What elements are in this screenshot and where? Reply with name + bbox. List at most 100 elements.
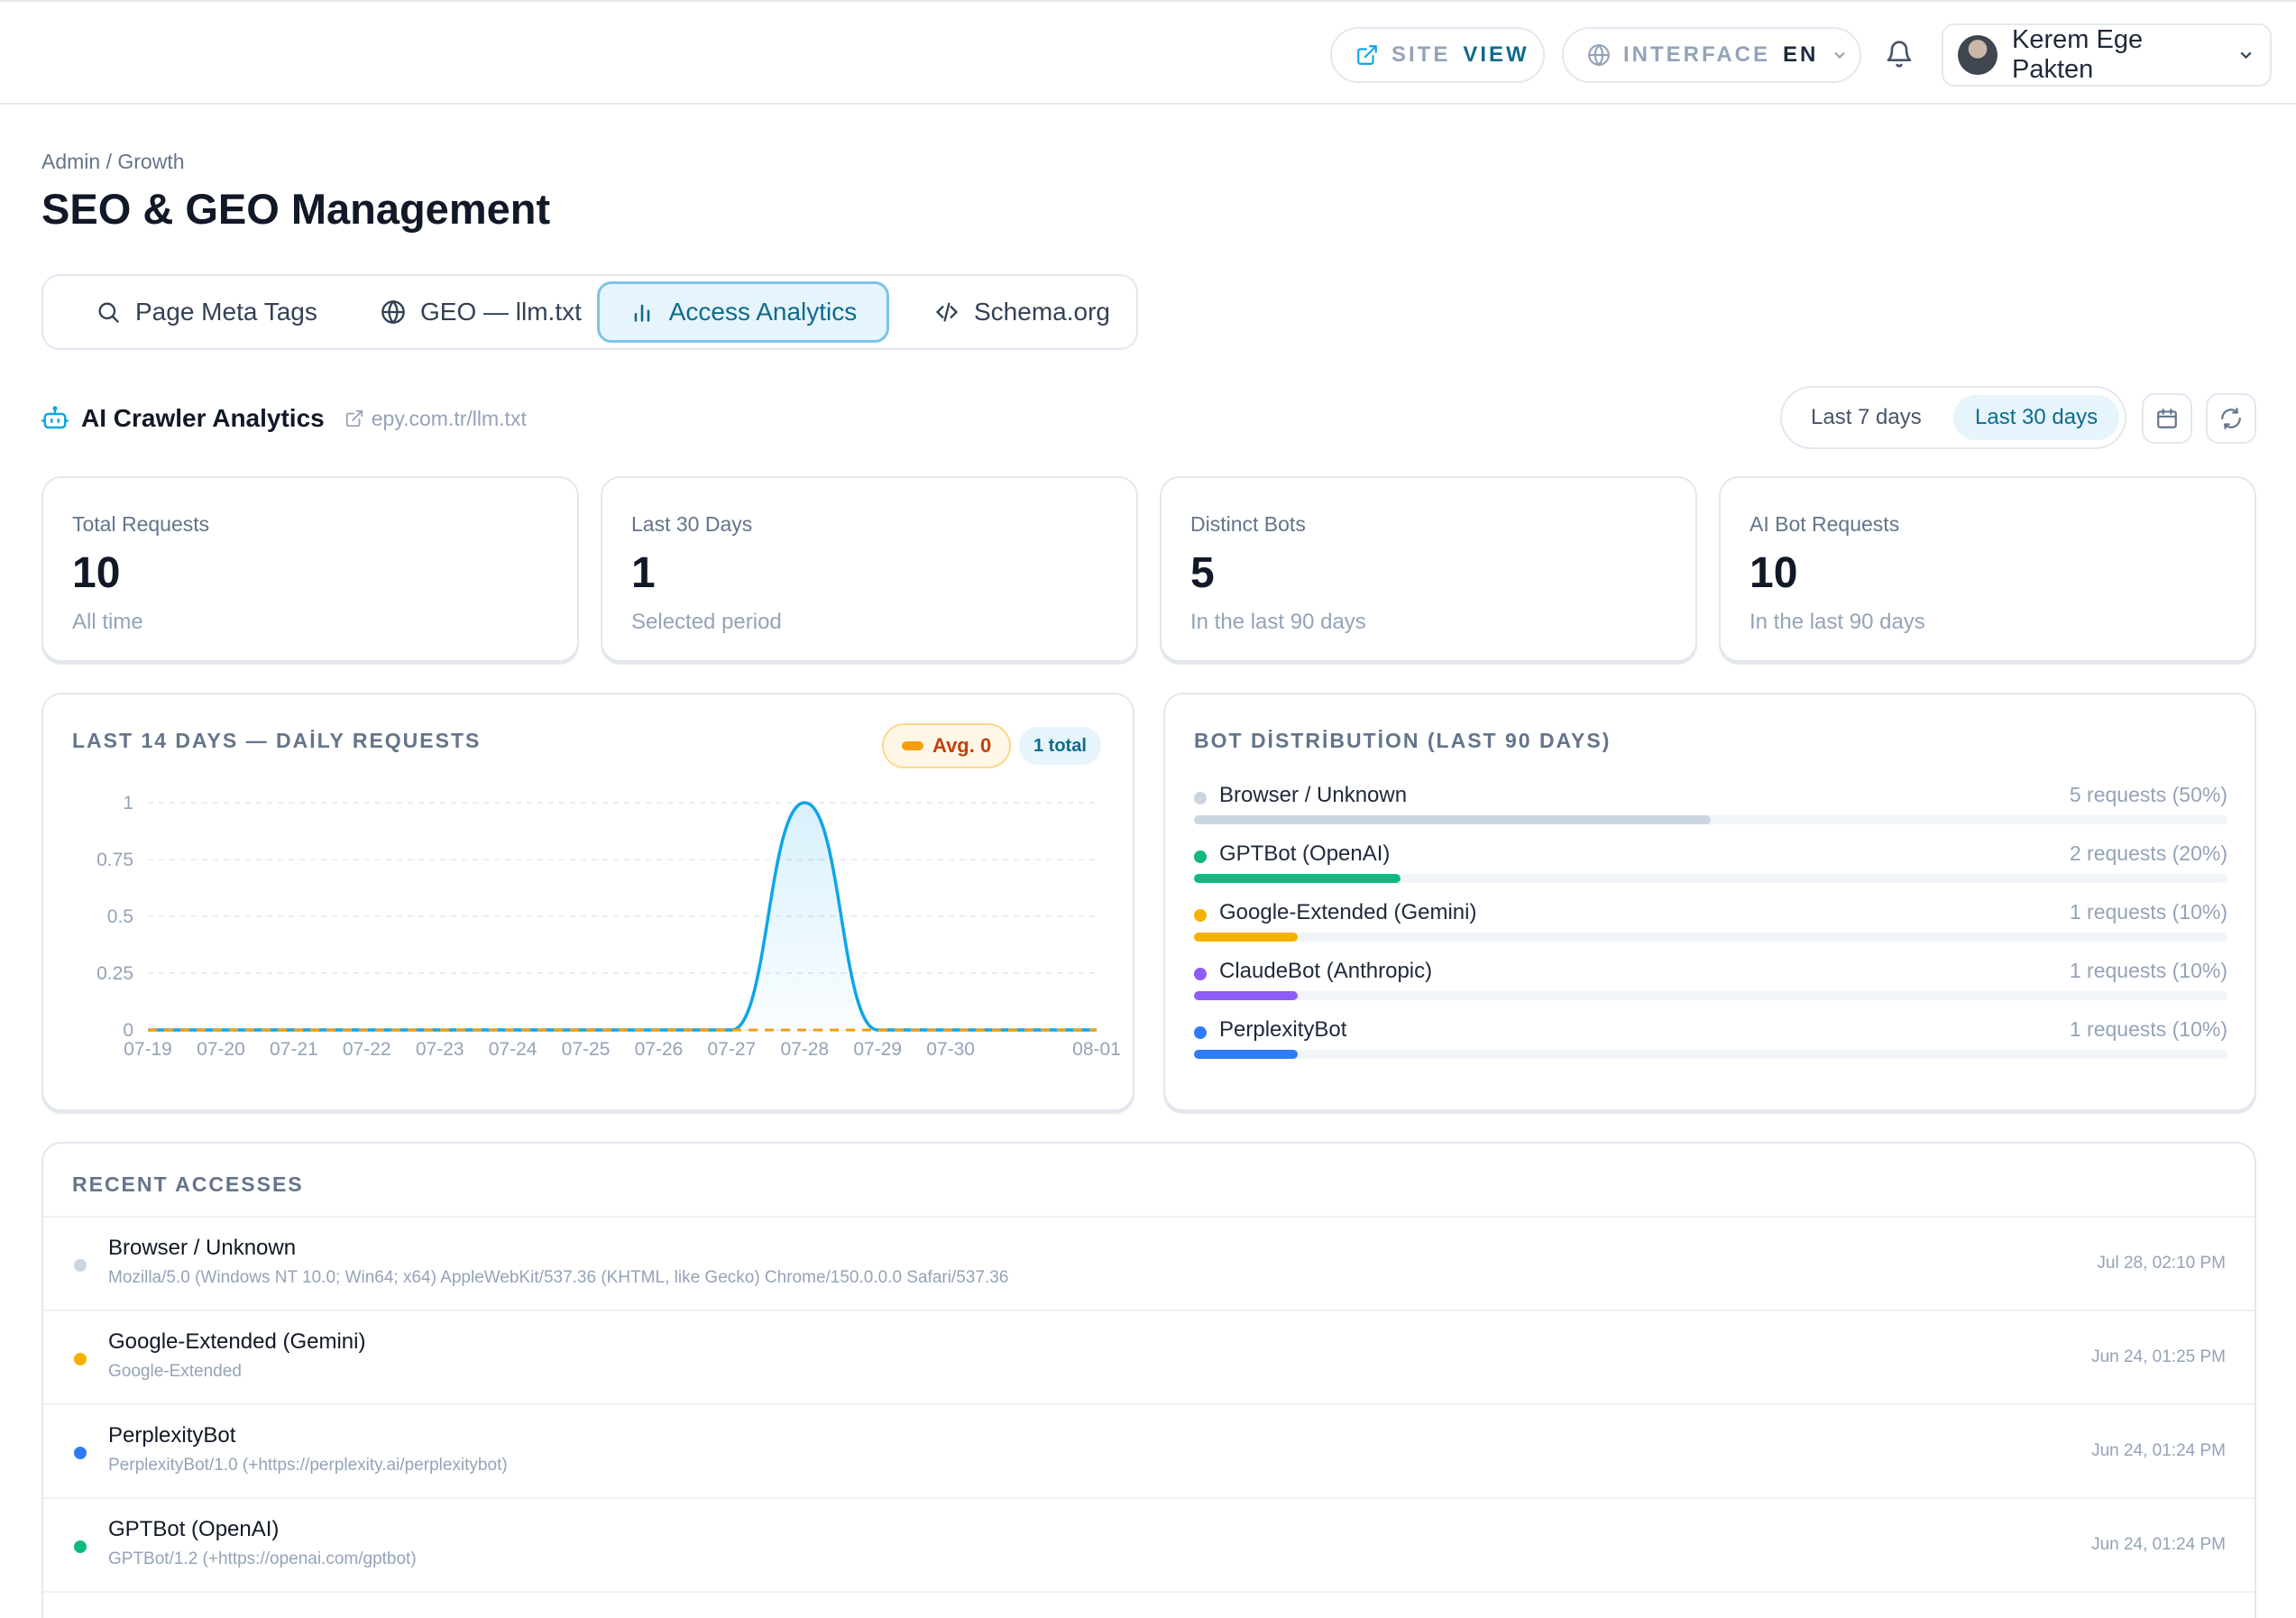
recent-access-row[interactable]: Browser / Unknown Mozilla/5.0 (Windows NT… bbox=[43, 1216, 2255, 1310]
site-view-button[interactable]: SITE VIEW bbox=[1330, 27, 1545, 83]
bot-requests: 2 requests (20%) bbox=[2069, 841, 2227, 865]
y-tick-label: 1 bbox=[123, 793, 133, 814]
x-tick-label: 07-26 bbox=[635, 1039, 684, 1060]
distribution-bar-track bbox=[1194, 933, 2227, 942]
external-link-icon bbox=[345, 409, 363, 427]
recent-accesses-card: RECENT ACCESSES Browser / Unknown Mozilla… bbox=[41, 1142, 2256, 1618]
stat-card-total-requests: Total Requests 10 All time bbox=[41, 476, 579, 662]
bot-name: GPTBot (OpenAI) bbox=[1219, 841, 1391, 866]
user-agent: Mozilla/5.0 (Windows NT 10.0; Win64; x64… bbox=[108, 1268, 1009, 1287]
code-icon bbox=[935, 302, 959, 322]
bell-icon bbox=[1887, 41, 1912, 68]
stat-card-last-30-days: Last 30 Days 1 Selected period bbox=[601, 476, 1138, 662]
chevron-down-icon bbox=[1834, 51, 1846, 59]
bot-name: PerplexityBot bbox=[1219, 1017, 1347, 1042]
bot-name: GPTBot (OpenAI) bbox=[108, 1517, 280, 1541]
bot-color-dot bbox=[74, 1259, 87, 1272]
interface-language: EN bbox=[1783, 42, 1819, 67]
bot-color-dot bbox=[1194, 968, 1207, 980]
stat-label: Last 30 Days bbox=[631, 512, 753, 536]
bot-name: PerplexityBot bbox=[108, 1423, 236, 1448]
distribution-bar-track bbox=[1194, 815, 2227, 824]
y-tick-label: 0.75 bbox=[96, 850, 133, 870]
bot-requests: 1 requests (10%) bbox=[2069, 1017, 2227, 1041]
bot-color-dot bbox=[1194, 850, 1207, 863]
access-time: Jul 28, 02:10 PM bbox=[2097, 1254, 2226, 1273]
bot-name: Browser / Unknown bbox=[108, 1236, 297, 1260]
range-last-30-days[interactable]: Last 30 days bbox=[1953, 395, 2120, 440]
user-agent: GPTBot/1.2 (+https://openai.com/gptbot) bbox=[108, 1549, 417, 1568]
refresh-button[interactable] bbox=[2206, 393, 2256, 444]
distribution-bar-fill bbox=[1194, 991, 1298, 1000]
bot-color-dot bbox=[1194, 792, 1207, 804]
stat-subtext: In the last 90 days bbox=[1190, 610, 1366, 634]
bot-name: ClaudeBot (Anthropic) bbox=[1219, 959, 1433, 983]
distribution-bar-track bbox=[1194, 874, 2227, 883]
bot-color-dot bbox=[74, 1447, 87, 1459]
distribution-bar-fill bbox=[1194, 874, 1401, 883]
stat-subtext: All time bbox=[72, 610, 143, 634]
x-tick-label: 07-23 bbox=[416, 1039, 464, 1060]
distribution-row: PerplexityBot 1 requests (10%) bbox=[1194, 1017, 2227, 1068]
distribution-title: BOT DİSTRİBUTİON (LAST 90 DAYS) bbox=[1194, 729, 1612, 752]
bot-requests: 5 requests (50%) bbox=[2069, 783, 2227, 806]
refresh-icon bbox=[2221, 408, 2241, 429]
user-agent: Google-Extended bbox=[108, 1362, 242, 1381]
stat-subtext: Selected period bbox=[631, 610, 782, 634]
llm-txt-link[interactable]: epy.com.tr/llm.txt bbox=[344, 407, 527, 431]
tab-label: Schema.org bbox=[974, 298, 1110, 326]
globe-icon bbox=[1588, 43, 1610, 67]
date-range-toggle: Last 7 days Last 30 days bbox=[1780, 386, 2126, 449]
recent-access-row[interactable]: Google-Extended (Gemini) Google-Extended J… bbox=[43, 1310, 2255, 1403]
bot-distribution-card: BOT DİSTRİBUTİON (LAST 90 DAYS) Browser … bbox=[1163, 693, 2256, 1111]
x-tick-label: 07-27 bbox=[708, 1039, 757, 1060]
user-agent: PerplexityBot/1.0 (+https://perplexity.a… bbox=[108, 1456, 508, 1475]
stat-value: 5 bbox=[1190, 549, 1215, 597]
bot-icon bbox=[41, 406, 69, 429]
external-link-icon bbox=[1357, 45, 1377, 65]
recent-access-row[interactable]: GPTBot (OpenAI) GPTBot/1.2 (+https://open… bbox=[43, 1497, 2255, 1591]
x-tick-label: 07-19 bbox=[124, 1039, 172, 1060]
access-time: Jun 24, 01:25 PM bbox=[2091, 1347, 2226, 1366]
distribution-row: ClaudeBot (Anthropic) 1 requests (10%) bbox=[1194, 959, 2227, 1009]
interface-label: INTERFACE bbox=[1623, 42, 1771, 67]
bot-color-dot bbox=[74, 1353, 87, 1365]
bot-name: Google-Extended (Gemini) bbox=[1219, 900, 1477, 924]
calendar-icon bbox=[2157, 409, 2177, 428]
bar-chart-icon bbox=[634, 304, 650, 322]
recent-access-row[interactable]: PerplexityBot PerplexityBot/1.0 (+https:/… bbox=[43, 1403, 2255, 1497]
section-header: AI Crawler Analytics epy.com.tr/llm.txt bbox=[41, 400, 527, 437]
y-tick-label: 0.25 bbox=[96, 963, 133, 984]
bot-requests: 1 requests (10%) bbox=[2069, 900, 2227, 924]
x-tick-label: 07-29 bbox=[853, 1039, 902, 1060]
notifications-button[interactable] bbox=[1885, 40, 1917, 72]
recent-access-row[interactable] bbox=[43, 1591, 2255, 1618]
search-icon bbox=[98, 302, 119, 323]
calendar-button[interactable] bbox=[2142, 393, 2192, 444]
x-tick-label: 07-28 bbox=[780, 1039, 829, 1060]
user-name: Kerem Ege Pakten bbox=[2012, 25, 2144, 84]
access-time: Jun 24, 01:24 PM bbox=[2091, 1535, 2226, 1554]
tab-schema-org[interactable]: Schema.org bbox=[914, 281, 1130, 343]
stat-label: AI Bot Requests bbox=[1750, 512, 1900, 536]
distribution-bar-track bbox=[1194, 991, 2227, 1000]
bot-color-dot bbox=[74, 1540, 87, 1553]
x-tick-label: 07-25 bbox=[562, 1039, 611, 1060]
distribution-bar-fill bbox=[1194, 1050, 1298, 1059]
tab-page-meta-tags[interactable]: Page Meta Tags bbox=[76, 281, 337, 343]
interface-language-select[interactable]: INTERFACE EN bbox=[1562, 27, 1861, 83]
top-bar: SITE VIEW INTERFACE EN Kerem Ege Pakten bbox=[0, 0, 2296, 105]
user-menu[interactable]: Kerem Ege Pakten bbox=[1942, 23, 2272, 87]
distribution-row: GPTBot (OpenAI) 2 requests (20%) bbox=[1194, 841, 2227, 892]
x-tick-label: 08-01 bbox=[1072, 1039, 1121, 1060]
x-tick-label: 07-20 bbox=[197, 1039, 245, 1060]
bot-name: Google-Extended (Gemini) bbox=[108, 1329, 366, 1354]
chevron-down-icon bbox=[2240, 51, 2252, 60]
range-last-7-days[interactable]: Last 7 days bbox=[1789, 395, 1943, 440]
stat-label: Distinct Bots bbox=[1190, 512, 1306, 536]
tab-access-analytics[interactable]: Access Analytics bbox=[597, 281, 889, 343]
stat-card-ai-bot-requests: AI Bot Requests 10 In the last 90 days bbox=[1719, 476, 2256, 662]
tab-geo-llm-txt[interactable]: GEO — llm.txt bbox=[361, 281, 602, 343]
y-tick-label: 0 bbox=[123, 1020, 133, 1041]
tab-label: Access Analytics bbox=[668, 298, 858, 326]
